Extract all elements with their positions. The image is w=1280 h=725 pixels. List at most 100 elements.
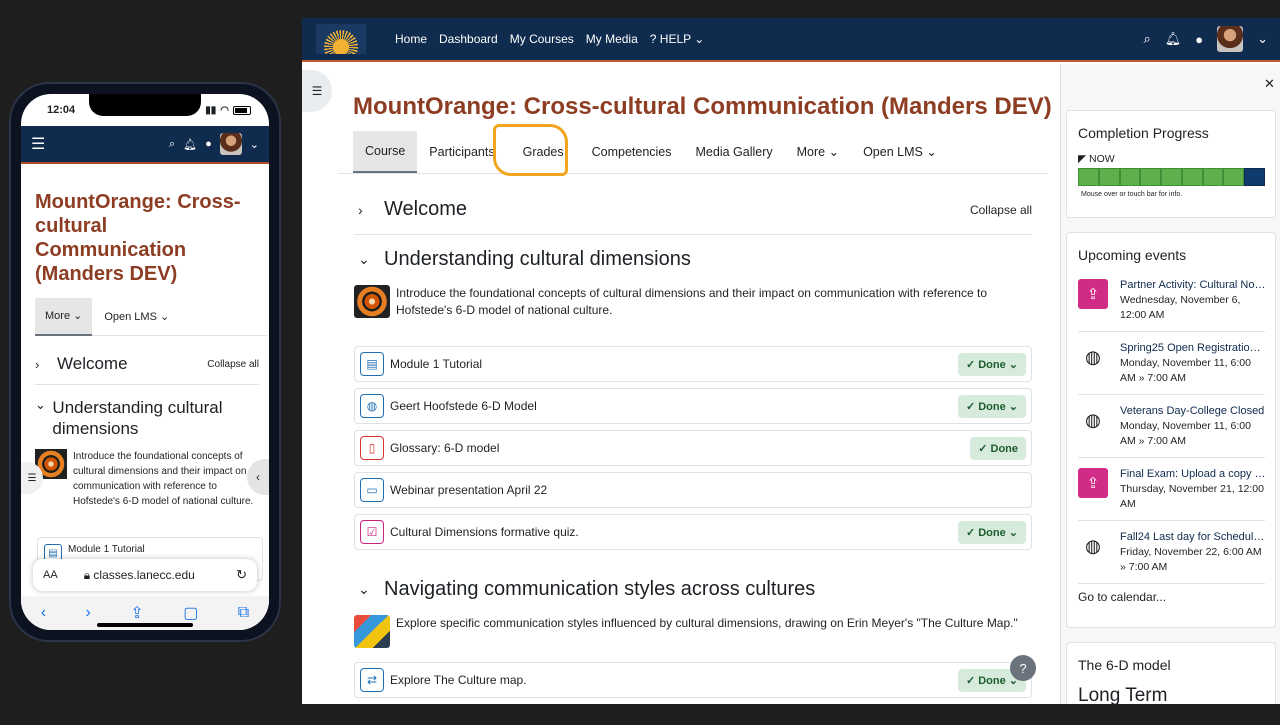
activity-culture-map[interactable]: ⇄ Explore The Culture map. ✓ Done ⌄	[354, 662, 1032, 698]
page-title: MountOrange: Cross-cultural Communicatio…	[353, 93, 1052, 120]
nav-help[interactable]: ? HELP ⌄	[650, 32, 705, 46]
activity-name[interactable]: Webinar presentation April 22	[390, 483, 547, 497]
search-icon[interactable]: ⌕	[1143, 31, 1150, 47]
progress-segment[interactable]	[1078, 168, 1099, 186]
reload-icon[interactable]: ↻	[236, 567, 247, 583]
share-icon[interactable]: ⇪	[130, 603, 143, 623]
nav-my-courses[interactable]: My Courses	[510, 32, 574, 46]
activity-hofstede-model[interactable]: ◍ Geert Hoofstede 6-D Model ✓ Done ⌄	[354, 388, 1032, 424]
collapse-all-link[interactable]: Collapse all	[970, 203, 1032, 217]
nav-home[interactable]: Home	[395, 32, 427, 46]
section-navigating[interactable]: ⌄ Navigating communication styles across…	[358, 578, 1032, 601]
tab-grades[interactable]: Grades	[507, 131, 580, 173]
nav-my-media[interactable]: My Media	[586, 32, 638, 46]
section-title: Understanding cultural dimensions	[384, 248, 691, 270]
tab-media-gallery[interactable]: Media Gallery	[684, 131, 785, 173]
progress-segment[interactable]	[1223, 168, 1245, 186]
tabs-icon[interactable]: ⧉	[238, 604, 249, 622]
event-item[interactable]: ◍ Veterans Day-College Closed Monday, Nove…	[1078, 395, 1265, 458]
bell-icon[interactable]: 🔔︎	[1165, 31, 1182, 47]
search-icon[interactable]: ⌕	[169, 138, 175, 151]
section-understanding[interactable]: ⌄ Understanding cultural dimensions	[358, 248, 1032, 271]
phone-tab-open-lms[interactable]: Open LMS ⌄	[92, 310, 181, 323]
avatar[interactable]	[219, 133, 242, 155]
bookmarks-icon[interactable]: ▢	[183, 603, 198, 623]
sun-logo-icon	[324, 30, 358, 54]
chat-icon[interactable]: ●	[1195, 32, 1203, 47]
event-title[interactable]: Spring25 Open Registration Begins	[1120, 342, 1266, 354]
chevron-down-icon[interactable]: ⌄	[358, 581, 384, 598]
chevron-right-icon[interactable]: ›	[358, 202, 384, 218]
event-item[interactable]: ⇪ Final Exam: Upload a copy of your Thursd…	[1078, 458, 1266, 521]
tab-more[interactable]: More ⌄	[785, 131, 851, 173]
phone-url-bar[interactable]: AA 🔒︎ classes.lanecc.edu ↻	[33, 559, 257, 591]
phone-section-welcome[interactable]: › Welcome Collapse all	[35, 354, 259, 374]
phone-collapse-all-link[interactable]: Collapse all	[207, 359, 259, 370]
back-icon[interactable]: ‹	[41, 604, 46, 622]
section-title: Welcome	[384, 198, 467, 220]
bell-icon[interactable]: 🔔︎	[183, 138, 197, 151]
chevron-right-icon[interactable]: ›	[35, 357, 57, 372]
progress-segment[interactable]	[1098, 168, 1120, 186]
progress-segment[interactable]	[1140, 168, 1162, 186]
chevron-down-icon[interactable]: ⌄	[250, 138, 259, 151]
course-index-toggle[interactable]: ☰	[302, 70, 332, 112]
done-badge: ✓ Done	[970, 436, 1026, 460]
forward-icon[interactable]: ›	[86, 604, 91, 622]
tab-open-lms[interactable]: Open LMS ⌄	[851, 131, 949, 173]
go-to-calendar-link[interactable]: Go to calendar...	[1078, 590, 1275, 604]
phone-section-title: Understanding cultural dimensions	[52, 398, 223, 438]
block-title: Completion Progress	[1078, 125, 1209, 141]
event-date: Friday, November 22, 6:00 AM » 7:00 AM	[1120, 546, 1262, 573]
progress-segment[interactable]	[1161, 168, 1182, 186]
done-button[interactable]: ✓ Done ⌄	[957, 394, 1026, 418]
hamburger-icon[interactable]: ☰	[31, 134, 51, 154]
activity-webinar[interactable]: ▭ Webinar presentation April 22	[354, 472, 1032, 508]
user-avatar[interactable]	[1217, 26, 1244, 52]
activity-name[interactable]: Module 1 Tutorial	[390, 357, 482, 371]
chevron-down-icon[interactable]: ⌄	[1257, 31, 1268, 47]
chevron-down-icon[interactable]: ⌄	[358, 251, 384, 268]
event-item[interactable]: ◍ Spring25 Open Registration Begins Monday…	[1078, 332, 1266, 395]
progress-segment[interactable]	[1202, 168, 1224, 186]
chevron-down-icon[interactable]: ⌄	[35, 397, 52, 439]
book-icon: ▤	[360, 352, 384, 376]
close-icon[interactable]: ✕	[1264, 76, 1275, 92]
event-title[interactable]: Fall24 Last day for Schedule Changes	[1120, 531, 1266, 543]
activity-name[interactable]: Glossary: 6-D model	[390, 441, 499, 455]
tab-competencies[interactable]: Competencies	[580, 131, 684, 173]
activity-module-1-tutorial[interactable]: ▤ Module 1 Tutorial ✓ Done ⌄	[354, 346, 1032, 382]
phone-section-understanding[interactable]: ⌄ Understanding cultural dimensions	[35, 397, 259, 439]
site-logo[interactable]	[316, 24, 366, 54]
activity-name[interactable]: Explore The Culture map.	[390, 673, 527, 687]
activity-name[interactable]: Module 1 Tutorial	[68, 544, 145, 555]
chat-icon[interactable]: ●	[205, 138, 212, 150]
description-text: Introduce the foundational concepts of c…	[73, 451, 254, 507]
text-size-button[interactable]: AA	[43, 569, 58, 581]
progress-segment[interactable]	[1119, 168, 1141, 186]
done-button[interactable]: ✓ Done ⌄	[957, 520, 1026, 544]
nav-dashboard[interactable]: Dashboard	[439, 32, 498, 46]
event-title[interactable]: Final Exam: Upload a copy of your	[1120, 468, 1266, 480]
url-text[interactable]: 🔒︎ classes.lanecc.edu	[84, 568, 195, 583]
phone-notch	[89, 94, 201, 116]
activity-quiz[interactable]: ☑ Cultural Dimensions formative quiz. ✓ …	[354, 514, 1032, 550]
progress-segment[interactable]	[1244, 168, 1266, 186]
phone-tab-more[interactable]: More ⌄	[35, 297, 93, 336]
help-button[interactable]: ?	[1010, 655, 1036, 681]
map-icon: ⇄	[360, 668, 384, 692]
event-item[interactable]: ◍ Fall24 Last day for Schedule Changes Fri…	[1078, 521, 1266, 584]
done-button[interactable]: ✓ Done ⌄	[957, 352, 1026, 376]
progress-segment[interactable]	[1181, 168, 1203, 186]
activity-glossary[interactable]: ▯ Glossary: 6-D model ✓ Done	[354, 430, 1032, 466]
progress-bar[interactable]	[1078, 168, 1266, 186]
event-title[interactable]: Partner Activity: Cultural Norms	[1120, 279, 1266, 291]
event-title[interactable]: Veterans Day-College Closed	[1120, 405, 1266, 417]
activity-name[interactable]: Geert Hoofstede 6-D Model	[390, 399, 537, 413]
activity-name[interactable]: Cultural Dimensions formative quiz.	[390, 525, 579, 539]
event-item[interactable]: ⇪ Partner Activity: Cultural Norms Wednesd…	[1078, 269, 1266, 332]
tab-course[interactable]: Course	[353, 130, 418, 173]
tab-participants[interactable]: Participants	[417, 131, 506, 173]
block-subtitle: Long Term	[1078, 685, 1168, 704]
section-welcome[interactable]: › Welcome Collapse all	[358, 198, 1032, 221]
